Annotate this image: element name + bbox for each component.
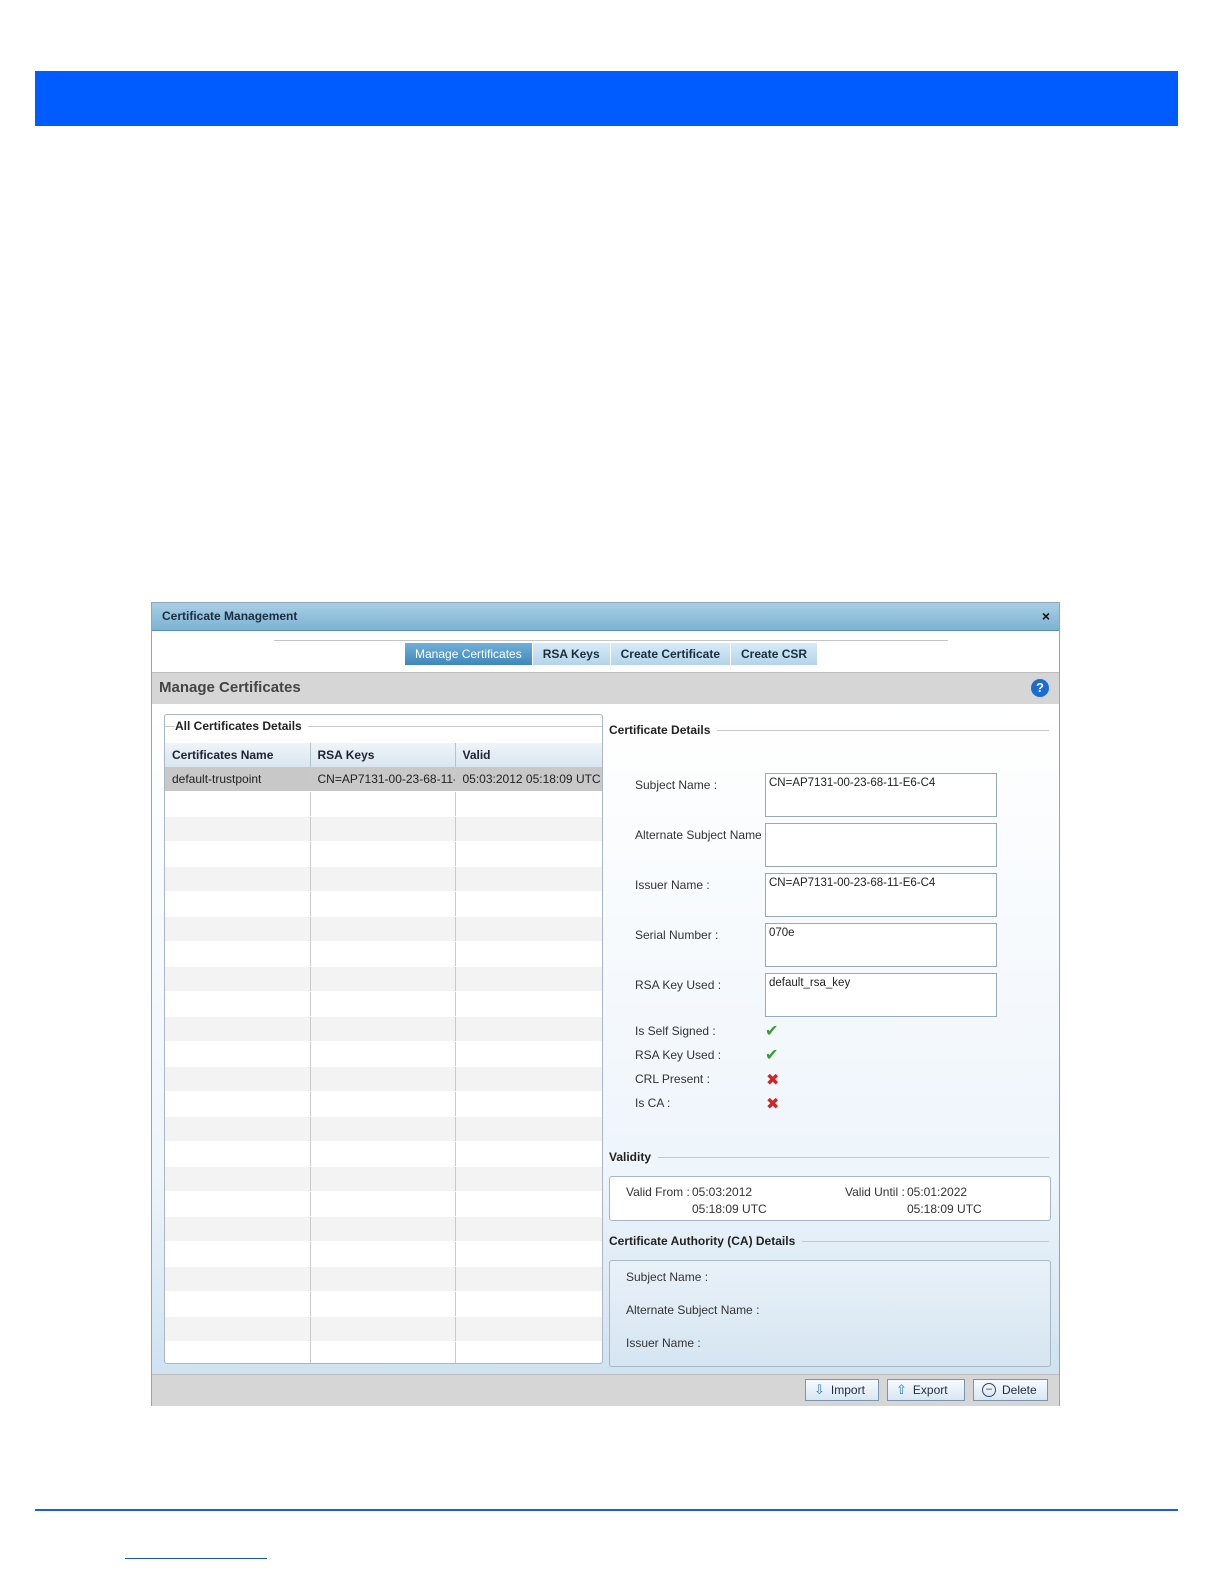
validity-legend: Validity xyxy=(609,1150,652,1164)
tab-rsa-keys[interactable]: RSA Keys xyxy=(532,643,611,665)
serial-number-label: Serial Number : xyxy=(635,928,719,942)
legend-line xyxy=(717,730,1049,731)
valid-from-time: 05:18:09 UTC xyxy=(692,1202,767,1216)
empty-row xyxy=(165,966,602,992)
valid-from-label: Valid From : xyxy=(626,1185,690,1199)
rsa-key-used-label: RSA Key Used : xyxy=(635,978,722,992)
is-self-signed-label: Is Self Signed : xyxy=(635,1024,716,1038)
alt-subject-name-label: Alternate Subject Name : xyxy=(635,828,769,842)
certificates-table: Certificates Name RSA Keys Valid default… xyxy=(165,743,602,1363)
minus-circle-icon: – xyxy=(982,1383,996,1397)
footer-link-underline xyxy=(125,1558,267,1559)
legend-line xyxy=(658,1157,1049,1158)
cell-valid: 05:03:2012 05:18:09 UTC xyxy=(455,767,602,792)
export-button[interactable]: ⇧ Export xyxy=(887,1379,965,1401)
empty-row xyxy=(165,1216,602,1242)
help-icon[interactable]: ? xyxy=(1031,679,1049,697)
tabs-divider xyxy=(274,640,948,641)
rsa-key-used-field[interactable]: default_rsa_key xyxy=(765,973,997,1017)
legend-line xyxy=(802,1241,1049,1242)
all-certificates-panel: All Certificates Details Certificates Na… xyxy=(164,714,603,1364)
valid-from-date: 05:03:2012 xyxy=(692,1185,753,1199)
column-header-certificates-name[interactable]: Certificates Name xyxy=(165,743,311,767)
section-title: Manage Certificates xyxy=(159,679,301,696)
empty-row xyxy=(165,916,602,942)
subject-name-field[interactable]: CN=AP7131-00-23-68-11-E6-C4 xyxy=(765,773,997,817)
alt-subject-name-field[interactable] xyxy=(765,823,997,867)
ca-subject-name-label: Subject Name : xyxy=(626,1270,709,1284)
ca-alt-subject-name-label: Alternate Subject Name : xyxy=(626,1303,760,1317)
serial-number-field[interactable]: 070e xyxy=(765,923,997,967)
ca-details-legend: Certificate Authority (CA) Details xyxy=(609,1234,796,1248)
empty-row xyxy=(165,1041,602,1067)
crl-present-label: CRL Present : xyxy=(635,1072,710,1086)
empty-row xyxy=(165,891,602,917)
empty-row xyxy=(165,1266,602,1292)
footer-rule xyxy=(35,1509,1178,1511)
empty-row xyxy=(165,1066,602,1092)
cross-icon: ✖ xyxy=(766,1072,780,1089)
dialog-title: Certificate Management xyxy=(162,609,298,623)
empty-row xyxy=(165,1091,602,1117)
export-button-label: Export xyxy=(912,1383,948,1397)
close-icon[interactable]: × xyxy=(1042,608,1050,624)
dialog-content: All Certificates Details Certificates Na… xyxy=(152,704,1059,1374)
issuer-name-field[interactable]: CN=AP7131-00-23-68-11-E6-C4 xyxy=(765,873,997,917)
valid-until-label: Valid Until : xyxy=(845,1185,905,1199)
ca-details-box: Subject Name : Alternate Subject Name : … xyxy=(609,1260,1051,1367)
import-button-label: Import xyxy=(830,1383,865,1397)
valid-until-date: 05:01:2022 xyxy=(907,1185,968,1199)
empty-row xyxy=(165,941,602,967)
rsa-key-used-flag-label: RSA Key Used : xyxy=(635,1048,722,1062)
subject-name-label: Subject Name : xyxy=(635,778,718,792)
is-ca-label: Is CA : xyxy=(635,1096,671,1110)
valid-until-time: 05:18:09 UTC xyxy=(907,1202,982,1216)
cell-rsa-key: CN=AP7131-00-23-68-11-E xyxy=(310,767,456,792)
tab-manage-certificates[interactable]: Manage Certificates xyxy=(405,643,533,665)
delete-button-label: Delete xyxy=(1002,1383,1037,1397)
tab-bar: Manage Certificates RSA Keys Create Cert… xyxy=(405,643,819,665)
delete-button[interactable]: – Delete xyxy=(973,1379,1048,1401)
download-arrow-icon: ⇩ xyxy=(814,1382,825,1397)
empty-row xyxy=(165,1191,602,1217)
page-header-banner xyxy=(35,71,1178,126)
empty-row xyxy=(165,1341,602,1363)
column-header-rsa-keys[interactable]: RSA Keys xyxy=(310,743,456,767)
empty-row xyxy=(165,866,602,892)
cross-icon: ✖ xyxy=(766,1096,780,1113)
dialog-footer: ⇩ Import ⇧ Export – Delete xyxy=(152,1374,1059,1406)
certificate-management-dialog: Certificate Management × Manage Certific… xyxy=(151,602,1060,1406)
all-certificates-legend: All Certificates Details xyxy=(175,719,308,733)
table-header-row: Certificates Name RSA Keys Valid xyxy=(165,743,602,767)
section-header: Manage Certificates ? xyxy=(152,672,1059,705)
empty-row xyxy=(165,1291,602,1317)
empty-row xyxy=(165,1016,602,1042)
validity-box: Valid From : 05:03:2012 05:18:09 UTC Val… xyxy=(609,1176,1051,1221)
cell-certificate-name: default-trustpoint xyxy=(165,767,311,792)
empty-row xyxy=(165,841,602,867)
issuer-name-label: Issuer Name : xyxy=(635,878,710,892)
certificate-details-legend: Certificate Details xyxy=(609,723,711,737)
empty-row xyxy=(165,791,602,817)
empty-row xyxy=(165,1241,602,1267)
ca-issuer-name-label: Issuer Name : xyxy=(626,1336,701,1350)
import-button[interactable]: ⇩ Import xyxy=(805,1379,879,1401)
empty-row xyxy=(165,1116,602,1142)
checkmark-icon: ✔ xyxy=(765,1023,779,1040)
table-row[interactable]: default-trustpoint CN=AP7131-00-23-68-11… xyxy=(165,767,602,792)
dialog-titlebar[interactable]: Certificate Management × xyxy=(152,603,1059,631)
tab-create-csr[interactable]: Create CSR xyxy=(731,643,819,665)
column-header-valid[interactable]: Valid xyxy=(455,743,602,767)
empty-row xyxy=(165,1316,602,1342)
empty-row xyxy=(165,1166,602,1192)
empty-row xyxy=(165,1141,602,1167)
upload-arrow-icon: ⇧ xyxy=(896,1382,907,1397)
tab-create-certificate[interactable]: Create Certificate xyxy=(610,643,732,665)
empty-row xyxy=(165,816,602,842)
empty-row xyxy=(165,991,602,1017)
checkmark-icon: ✔ xyxy=(765,1047,779,1064)
